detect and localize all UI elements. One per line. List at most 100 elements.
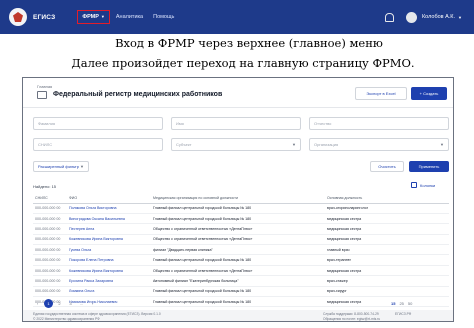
chevron-down-icon: ▼ [80,164,84,169]
top-app-bar: ЕГИСЗ ФРМР ▼ Аналитика Помощь Колобов А.К… [0,0,474,34]
main-menu: ФРМР ▼ Аналитика Помощь [77,10,184,24]
results-count: Найдено: 15 [33,184,57,189]
cell-position: главный врач [325,244,449,256]
name-placeholder: Имя [176,121,184,126]
columns-label: Колонки [420,182,436,188]
column-header-fio[interactable]: ФИО [67,194,151,204]
footer-system-name: Единая государственная система в сфере з… [33,312,161,316]
table-row[interactable]: 000-000-000 00 Гусева Ольга филиал "Двадца… [33,244,449,256]
cell-snils: 000-000-000 00 [33,234,67,246]
cell-position: медицинская сестра [325,223,449,235]
table-row[interactable]: 000-000-000 00 Ерохина Раиса Захаровна Авт… [33,275,449,287]
chevron-down-icon: ▼ [100,14,105,19]
brand-name[interactable]: ЕГИСЗ [33,14,55,21]
instruction-line-1: Вход в ФРМР через верхнее (главное) меню [115,36,383,50]
register-icon [37,91,47,99]
table-row[interactable]: 000-000-000 00 Пестерев Анна Общество с ог… [33,223,449,235]
footer-support-email[interactable]: Обращения по почте: egisz@rt-mis.ru [323,317,380,322]
per-page-option[interactable]: 15 [391,301,395,306]
next-page-button[interactable]: › [88,299,97,308]
per-page-option[interactable]: 50 [408,301,412,306]
per-page-selector: 15 25 50 [387,301,412,306]
cell-fio[interactable]: Кожевникова Ирина Викторовна [67,265,151,277]
pagination: ‹ 1 2 3 … › [33,299,99,308]
footer-site-link[interactable]: ЕГИСЗ.РФ [395,312,411,317]
chevron-down-icon[interactable]: ▼ [458,15,462,20]
page-button[interactable]: 2 [55,299,64,308]
cell-fio[interactable]: Виноградова Оксана Васильевна [67,213,151,225]
page-ellipsis: … [79,301,84,306]
instruction-line-2: Далее произойдет переход на главную стра… [71,56,415,70]
page-button[interactable]: 3 [66,299,75,308]
clear-button[interactable]: Очистить [370,161,404,172]
table-header-row: СНИЛС ФИО Медицинская организация по осн… [33,194,449,204]
cell-snils: 000-000-000 00 [33,203,67,214]
prev-page-button[interactable]: ‹ [33,299,42,308]
cell-organization: Общество с ограниченной ответственностью… [151,265,325,277]
cell-organization: Главный филиал центральной городской бол… [151,203,325,214]
per-page-option[interactable]: 25 [399,301,403,306]
cell-fio[interactable]: Ломкина Ольга [67,286,151,298]
cell-snils: 000-000-000 00 [33,254,67,266]
user-name[interactable]: Колобов А.К. [422,14,455,20]
advanced-filter-label: Расширенный фильтр [38,164,79,169]
page-button[interactable]: 1 [44,299,53,308]
menu-item-analytics[interactable]: Аналитика [116,14,143,20]
menu-item-frmr[interactable]: ФРМР ▼ [77,10,110,24]
cell-fio[interactable]: Кожевникова Ирина Викторовна [67,234,151,246]
cell-organization: Главный филиал центральной городской бол… [151,213,325,225]
register-page-screenshot: Главная Федеральный регистр медицинских … [22,77,454,322]
table-row[interactable]: 000-000-000 00 Кожевникова Ирина Викторов… [33,234,449,246]
cell-organization: Автономный филиал "Екатеринбургская боль… [151,275,325,287]
cell-fio[interactable]: Гусева Ольга [67,244,151,256]
table-row[interactable]: 000-000-000 00 Ломкина Ольга Главный филиа… [33,286,449,298]
surname-placeholder: Фамилия [38,121,55,126]
organization-placeholder: Организация [314,142,339,147]
page-footer: Единая государственная система в сфере з… [23,310,453,322]
emblem-logo-icon[interactable] [9,8,27,26]
create-button[interactable]: + Создать [411,87,447,100]
chevron-down-icon: ▼ [292,142,296,147]
notification-bell-icon[interactable] [384,12,394,22]
cell-organization: Главный филиал центральной городской бол… [151,286,325,298]
cell-snils: 000-000-000 00 [33,275,67,287]
page-title: Федеральный регистр медицинских работник… [53,91,223,98]
table-row[interactable]: 000-000-000 00 Покорова Елена Петровна Гла… [33,254,449,266]
cell-fio[interactable]: Пестерев Анна [67,223,151,235]
table-row[interactable]: 000-000-000 00 Виноградова Оксана Василье… [33,213,449,225]
cell-fio[interactable]: Ерохина Раиса Захаровна [67,275,151,287]
cell-position: медицинская сестра [325,265,449,277]
cell-organization: филиал "Двадцать первая клиника" [151,244,325,256]
cell-snils: 000-000-000 00 [33,286,67,298]
subject-select[interactable]: Субъект ▼ [171,138,301,151]
organization-select[interactable]: Организация ▼ [309,138,449,151]
cell-position: врач-терапевт [325,254,449,266]
column-header-organization[interactable]: Медицинская организация по основной долж… [151,194,325,204]
column-header-position[interactable]: Основная должность [325,194,449,204]
snils-field[interactable]: СНИЛС [33,138,163,151]
column-header-snils[interactable]: СНИЛС [33,194,67,204]
menu-item-help[interactable]: Помощь [153,14,174,20]
cell-fio[interactable]: Покорова Елена Петровна [67,254,151,266]
advanced-filter-button[interactable]: Расширенный фильтр ▼ [33,161,89,172]
apply-button[interactable]: Применить [409,161,449,172]
eagle-icon [13,12,23,22]
columns-button[interactable]: Колонки [411,182,435,188]
cell-position: медицинская сестра [325,213,449,225]
cell-snils: 000-000-000 00 [33,223,67,235]
cell-fio[interactable]: Полякова Ольга Викторовна [67,203,151,214]
table-row[interactable]: 000-000-000 00 Полякова Ольга Викторовна Г… [33,203,449,214]
footer-support-phone: Служба поддержки: 8-800-500-74-29 [323,312,379,316]
cell-organization: Главный филиал центральной городской бол… [151,254,325,266]
chevron-down-icon: ▼ [440,142,444,147]
avatar[interactable] [405,11,417,23]
table-row[interactable]: 000-000-000 00 Кожевникова Ирина Викторов… [33,265,449,277]
patronymic-field[interactable]: Отчество [309,117,449,130]
cell-position: врач-стажер [325,275,449,287]
name-field[interactable]: Имя [171,117,301,130]
columns-icon [411,182,417,188]
user-area: Колобов А.К. ▼ [384,11,462,23]
breadcrumb[interactable]: Главная [37,84,52,89]
surname-field[interactable]: Фамилия [33,117,163,130]
export-excel-button[interactable]: Экспорт в Excel [355,87,407,100]
